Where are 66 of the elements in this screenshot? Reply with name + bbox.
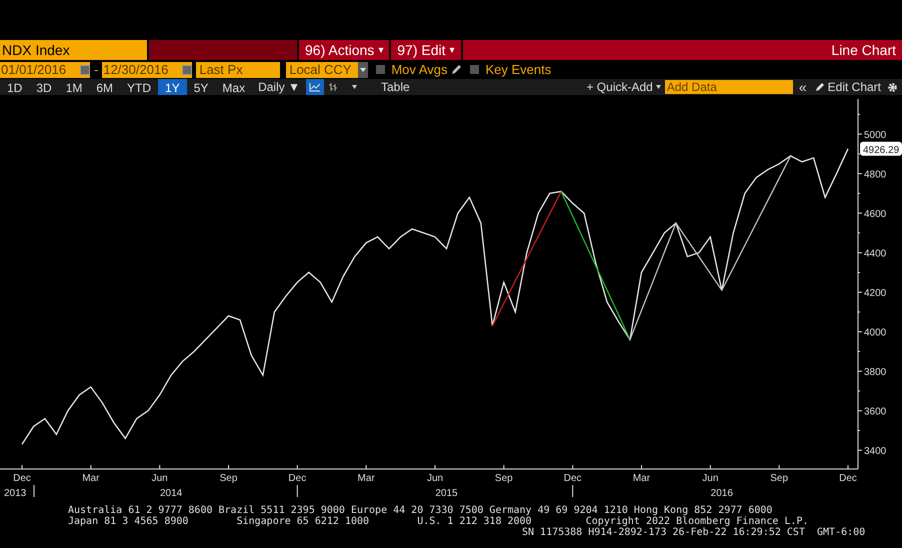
quick-add-button[interactable]: + Quick-Add xyxy=(583,78,656,96)
x-tick-label: Jun xyxy=(426,473,444,484)
actions-button[interactable]: 96) Actions ▾ xyxy=(299,40,390,60)
date-separator: - xyxy=(93,60,100,79)
price-field-dropdown[interactable]: Last Px xyxy=(196,62,280,78)
x-tick-label: Jun xyxy=(702,473,718,484)
security-field[interactable]: NDX Index xyxy=(0,40,147,60)
line-chart-icon[interactable] xyxy=(306,79,324,95)
x-tick-label: Mar xyxy=(358,473,375,484)
y-tick-label: 3400 xyxy=(864,446,886,458)
date-field[interactable]: 12/30/2016 xyxy=(102,62,192,78)
x-tick-label: Sep xyxy=(494,473,513,484)
checkbox-label: Key Events xyxy=(485,60,552,79)
y-tick-label: 4800 xyxy=(864,170,886,181)
x-tick-label: Mar xyxy=(632,473,650,484)
year-label: 2015 xyxy=(435,488,458,499)
edit-chart-button[interactable]: Edit Chart xyxy=(812,78,883,96)
x-tick-label: Sep xyxy=(770,473,788,484)
x-tick-label: Dec xyxy=(13,473,31,484)
y-tick-label: 4600 xyxy=(864,209,886,220)
x-tick-label: Dec xyxy=(839,473,857,484)
dropdown-arrow-icon[interactable] xyxy=(656,85,661,89)
x-tick-label: Jun xyxy=(152,473,168,484)
dropdown-arrow-icon[interactable] xyxy=(352,85,357,89)
range-tab[interactable]: YTD xyxy=(120,79,158,95)
calendar-icon[interactable] xyxy=(182,64,192,74)
footer-text: Japan 81 3 4565 8900 Singapore 65 6212 1000 U.S. 1 212 318 2000 Copyright 2022 Bloomberg Finance L.P. xyxy=(68,516,810,527)
date-field[interactable]: 01/01/2016 xyxy=(0,62,90,78)
window-title: Line Chart xyxy=(831,40,896,60)
last-value-label: 4926.29 xyxy=(860,142,902,156)
frequency-dropdown[interactable]: Daily ▼ xyxy=(252,78,306,96)
y-tick-label: 4000 xyxy=(864,328,886,339)
range-tab[interactable]: 1D xyxy=(0,79,30,95)
settings-icon[interactable] xyxy=(887,82,898,92)
x-tick-label: Sep xyxy=(220,473,238,484)
year-label: 2016 xyxy=(710,488,733,499)
checkbox[interactable] xyxy=(376,65,386,74)
x-tick-label: Dec xyxy=(564,473,582,484)
x-tick-label: Dec xyxy=(288,473,306,484)
table-button[interactable]: Table xyxy=(376,78,414,96)
y-tick-label: 4400 xyxy=(864,248,886,260)
y-tick-label: 5000 xyxy=(864,130,886,142)
year-label: 2014 xyxy=(160,488,182,499)
caret-icon: ▾ xyxy=(378,42,384,58)
x-tick-label: Mar xyxy=(82,473,100,484)
range-tab[interactable]: 5Y xyxy=(186,79,216,95)
year-label: 2013 xyxy=(4,488,26,499)
range-tab[interactable]: 1Y xyxy=(158,79,187,95)
range-tab[interactable]: 1M xyxy=(58,79,90,95)
checkbox[interactable] xyxy=(470,65,480,74)
range-tab[interactable]: 6M xyxy=(89,79,120,95)
footer-text: SN 1175388 H914-2892-173 26-Feb-22 16:29:52 CST GMT-6:00 xyxy=(521,527,866,538)
caret-icon: ▾ xyxy=(450,42,455,58)
edit-button[interactable]: 97) Edit ▾ xyxy=(391,40,461,60)
collapse-button[interactable]: « xyxy=(792,79,813,95)
footer-text: Australia 61 2 9777 8600 Brazil 5511 2395 9000 Europe 44 20 7330 7500 Germany 49 69 9204 1210 Hong Kong 852 2977 6000 xyxy=(68,505,774,516)
pencil-icon[interactable] xyxy=(451,64,462,75)
currency-dropdown[interactable]: Local CCY xyxy=(286,62,368,78)
range-tab[interactable]: 3D xyxy=(29,79,59,95)
range-tab[interactable]: Max xyxy=(215,79,252,95)
pencil-icon xyxy=(814,82,825,92)
y-tick-label: 4200 xyxy=(864,288,886,300)
add-data-field[interactable]: Add Data xyxy=(664,80,793,94)
y-tick-label: 3800 xyxy=(864,367,886,378)
checkbox-label: Mov Avgs xyxy=(391,60,448,79)
y-tick-label: 3600 xyxy=(864,406,886,418)
